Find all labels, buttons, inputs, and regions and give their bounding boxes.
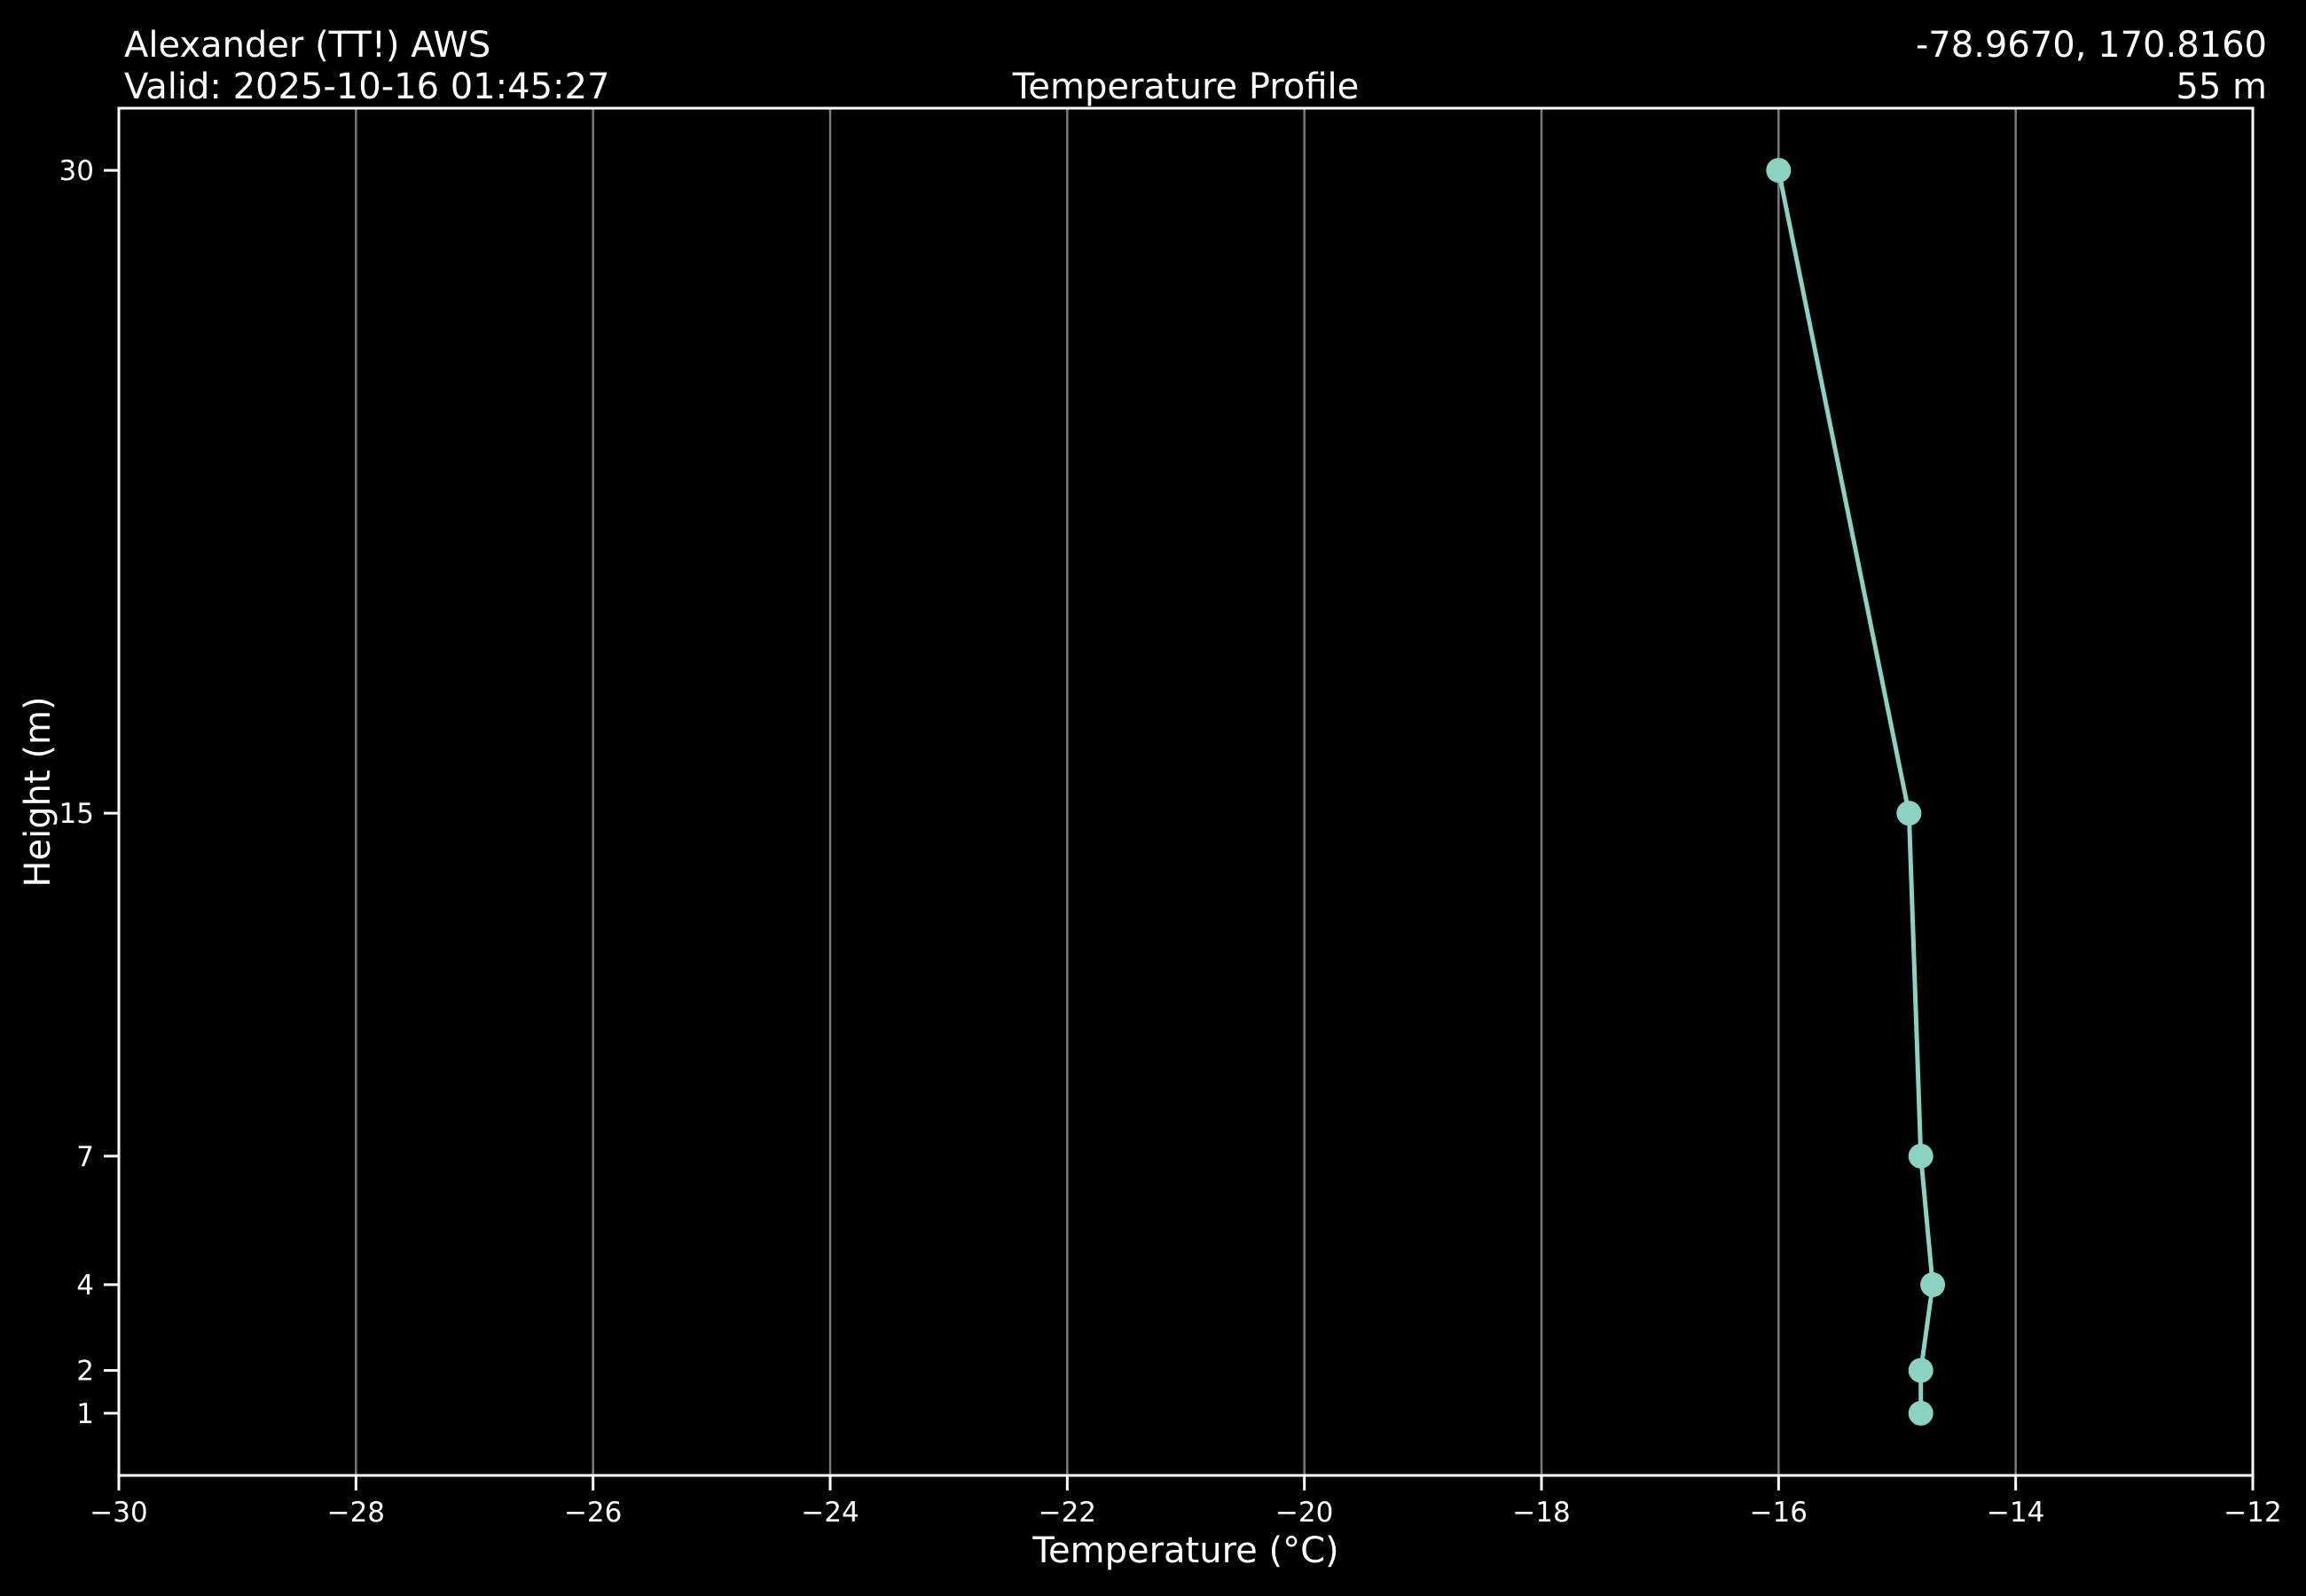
x-tick-label: −20	[1275, 1497, 1333, 1529]
data-point	[1920, 1272, 1945, 1297]
temperature-profile-chart: −30 −28 −26 −24 −22 −20 −18 −16 −14 −12 1 2 4 7 15 30 T…	[0, 0, 2306, 1596]
data-point	[1909, 1358, 1933, 1383]
y-tick-label: 2	[76, 1356, 94, 1388]
x-tick-label: −12	[2224, 1497, 2281, 1529]
data-point	[1909, 1144, 1933, 1169]
x-tick-label: −18	[1512, 1497, 1570, 1529]
y-tick-label: 1	[76, 1398, 94, 1430]
x-tick-label: −26	[564, 1497, 622, 1529]
series-line	[1778, 170, 1933, 1413]
y-tick-label: 30	[59, 155, 94, 187]
x-tick-label: −28	[327, 1497, 385, 1529]
temperature-series	[1766, 158, 1945, 1426]
x-tick-label: −24	[801, 1497, 859, 1529]
data-point	[1766, 158, 1791, 183]
chart-title: Temperature Profile	[1012, 66, 1359, 107]
x-tick-label: −22	[1039, 1497, 1096, 1529]
valid-timestamp: Valid: 2025-10-16 01:45:27	[124, 66, 609, 107]
x-axis-label: Temperature (°C)	[1031, 1530, 1338, 1571]
station-coordinates: -78.9670, 170.8160	[1916, 25, 2267, 66]
tick-labels: −30 −28 −26 −24 −22 −20 −18 −16 −14 −12 1 2 4 7 15 30	[59, 155, 2282, 1529]
y-tick-label: 4	[76, 1270, 94, 1302]
station-title: Alexander (TT!) AWS	[124, 25, 490, 66]
y-tick-label: 7	[76, 1141, 94, 1173]
y-tick-label: 15	[59, 798, 94, 830]
x-tick-label: −16	[1750, 1497, 1808, 1529]
data-point	[1909, 1401, 1933, 1426]
y-axis-label: Height (m)	[18, 696, 59, 887]
data-point	[1896, 801, 1921, 825]
temperature-profile-figure: −30 −28 −26 −24 −22 −20 −18 −16 −14 −12 1 2 4 7 15 30 T…	[0, 0, 2306, 1596]
x-tick-label: −30	[90, 1497, 147, 1529]
station-elevation: 55 m	[2176, 66, 2267, 107]
x-tick-label: −14	[1987, 1497, 2044, 1529]
